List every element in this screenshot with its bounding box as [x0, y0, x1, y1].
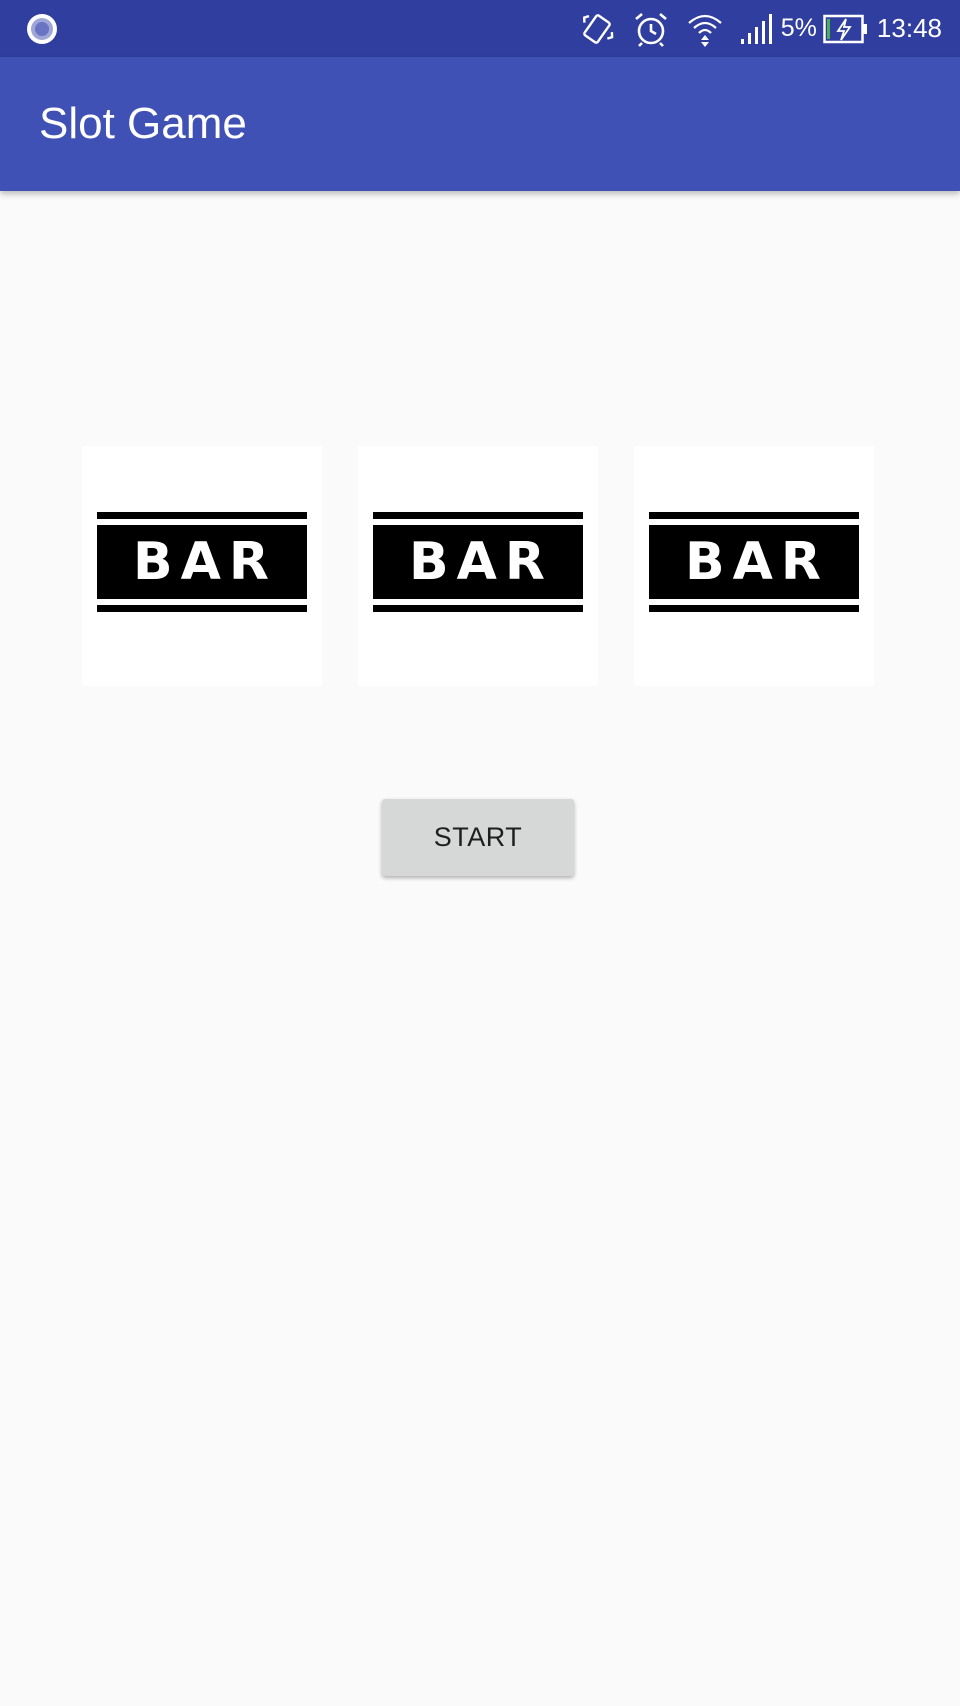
- vibrate-icon: [582, 13, 614, 44]
- slot-reel-3: BAR: [634, 446, 874, 686]
- battery-percent: 5%: [780, 14, 817, 42]
- status-time: 13:48: [876, 13, 942, 43]
- app-title: Slot Game: [39, 99, 247, 148]
- app-bar: Slot Game: [0, 57, 960, 191]
- bar-symbol-icon: BAR: [373, 512, 583, 612]
- cell-signal-icon: [740, 13, 772, 44]
- status-icons: 5% 13:48: [577, 0, 942, 57]
- status-bar: 5% 13:48: [0, 0, 960, 57]
- record-circle-icon: [27, 14, 57, 44]
- bar-symbol-top-line: [373, 512, 583, 519]
- wifi-icon: [688, 14, 722, 47]
- bar-symbol-top-line: [97, 512, 307, 519]
- bar-symbol-top-line: [649, 512, 859, 519]
- bar-symbol-label: BAR: [373, 525, 583, 599]
- bar-symbol-label: BAR: [649, 525, 859, 599]
- bar-symbol-icon: BAR: [649, 512, 859, 612]
- slot-reel-2: BAR: [358, 446, 598, 686]
- bar-symbol-label: BAR: [97, 525, 307, 599]
- slot-reel-1: BAR: [82, 446, 322, 686]
- bar-symbol-bottom-line: [649, 605, 859, 612]
- bar-symbol-icon: BAR: [97, 512, 307, 612]
- bar-symbol-bottom-line: [373, 605, 583, 612]
- start-button[interactable]: START: [382, 799, 574, 876]
- bar-symbol-bottom-line: [97, 605, 307, 612]
- alarm-icon: [634, 12, 667, 47]
- battery-charging-icon: [823, 14, 867, 43]
